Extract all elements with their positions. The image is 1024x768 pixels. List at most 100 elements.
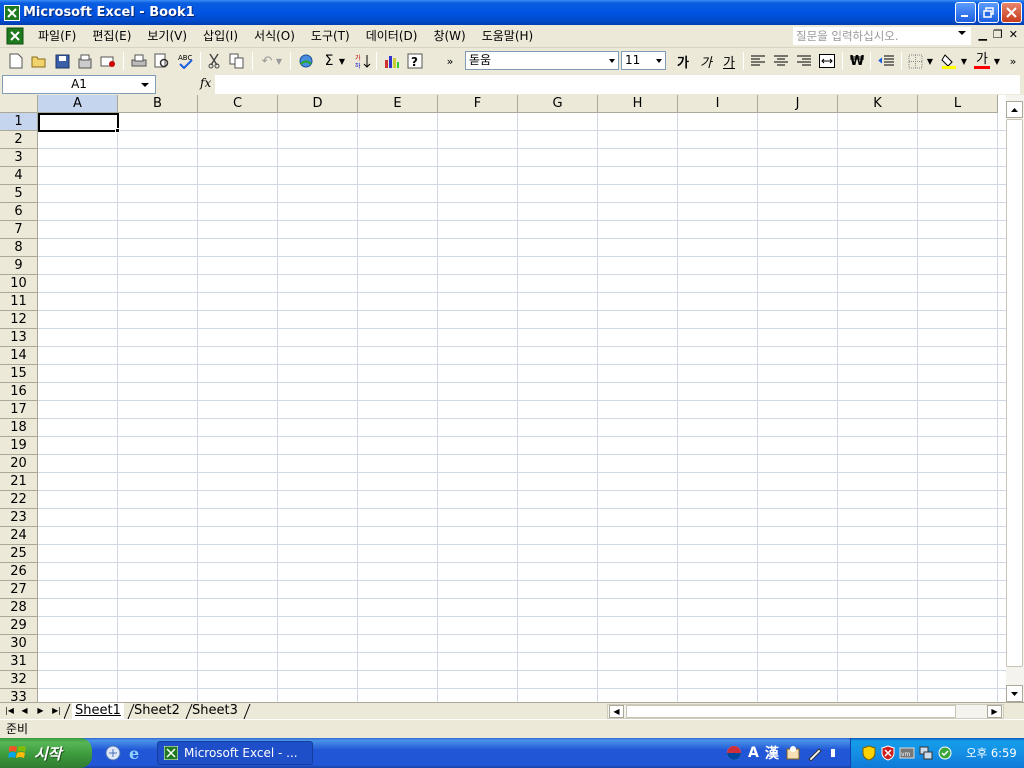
network-icon[interactable] bbox=[918, 745, 934, 761]
vertical-scrollbar[interactable] bbox=[1006, 95, 1024, 702]
hyperlink-icon[interactable] bbox=[296, 51, 316, 71]
spelling-icon[interactable]: ABC bbox=[175, 51, 195, 71]
vertical-scroll-thumb[interactable] bbox=[1006, 119, 1023, 667]
name-box-dropdown-icon[interactable] bbox=[141, 83, 149, 87]
korean-flag-icon[interactable] bbox=[726, 745, 742, 761]
row-header-5[interactable]: 5 bbox=[0, 185, 38, 203]
row-header-21[interactable]: 21 bbox=[0, 473, 38, 491]
toolbar-options-icon-2[interactable]: » bbox=[1006, 51, 1020, 71]
scroll-down-button[interactable] bbox=[1006, 685, 1023, 702]
italic-button[interactable]: 가 bbox=[696, 51, 716, 71]
select-all-corner[interactable] bbox=[0, 95, 38, 113]
first-sheet-icon[interactable]: |◀ bbox=[3, 704, 16, 718]
scroll-left-button[interactable]: ◀ bbox=[609, 705, 624, 718]
column-header-k[interactable]: K bbox=[838, 95, 918, 113]
toolbar-options-icon[interactable]: » bbox=[440, 51, 460, 71]
autosum-dropdown-icon[interactable]: ▼ bbox=[337, 51, 347, 71]
row-header-31[interactable]: 31 bbox=[0, 653, 38, 671]
help-icon[interactable]: ? bbox=[405, 51, 425, 71]
row-header-20[interactable]: 20 bbox=[0, 455, 38, 473]
row-header-15[interactable]: 15 bbox=[0, 365, 38, 383]
worksheet-grid[interactable]: ABCDEFGHIJKL 1 2 3 4 5 6 7 8 9 10 11 12 13 14 15 16 17 18… bbox=[0, 95, 1006, 702]
antivirus-icon[interactable] bbox=[880, 745, 896, 761]
scroll-right-button[interactable]: ▶ bbox=[987, 705, 1002, 718]
row-header-24[interactable]: 24 bbox=[0, 527, 38, 545]
formula-input[interactable] bbox=[215, 75, 1020, 94]
row-header-12[interactable]: 12 bbox=[0, 311, 38, 329]
email-icon[interactable] bbox=[98, 51, 118, 71]
chart-wizard-icon[interactable] bbox=[382, 51, 402, 71]
menu-file[interactable]: 파일(F) bbox=[30, 26, 84, 46]
ime-hanja-label[interactable]: 漢 bbox=[765, 743, 779, 763]
row-header-25[interactable]: 25 bbox=[0, 545, 38, 563]
menu-format[interactable]: 서식(O) bbox=[246, 26, 303, 46]
clock[interactable]: 오후 6:59 bbox=[966, 745, 1017, 761]
font-color-dropdown-icon[interactable]: ▼ bbox=[992, 51, 1002, 71]
horizontal-scrollbar[interactable]: ◀ ▶ bbox=[607, 704, 1004, 719]
start-button[interactable]: 시작 bbox=[0, 738, 92, 768]
column-header-i[interactable]: I bbox=[678, 95, 758, 113]
row-header-27[interactable]: 27 bbox=[0, 581, 38, 599]
cut-icon[interactable] bbox=[204, 51, 224, 71]
sort-ascending-icon[interactable]: 가하 bbox=[353, 51, 373, 71]
merge-center-icon[interactable] bbox=[817, 51, 837, 71]
row-header-30[interactable]: 30 bbox=[0, 635, 38, 653]
currency-style-button[interactable]: ₩ bbox=[847, 51, 867, 71]
column-header-a[interactable]: A bbox=[38, 95, 118, 113]
new-icon[interactable] bbox=[6, 51, 26, 71]
prev-sheet-icon[interactable]: ◀ bbox=[18, 704, 31, 718]
fill-color-icon[interactable] bbox=[939, 51, 959, 71]
menu-data[interactable]: 데이터(D) bbox=[358, 26, 426, 46]
align-left-icon[interactable] bbox=[748, 51, 768, 71]
minimize-button[interactable] bbox=[955, 2, 976, 23]
menu-window[interactable]: 창(W) bbox=[425, 26, 473, 46]
fill-color-dropdown-icon[interactable]: ▼ bbox=[959, 51, 969, 71]
update-icon[interactable] bbox=[937, 745, 953, 761]
ime-options-icon[interactable] bbox=[829, 745, 837, 761]
menu-tools[interactable]: 도구(T) bbox=[303, 26, 358, 46]
row-header-14[interactable]: 14 bbox=[0, 347, 38, 365]
doc-close-icon[interactable]: ✕ bbox=[1009, 28, 1018, 41]
column-header-g[interactable]: G bbox=[518, 95, 598, 113]
restore-button[interactable] bbox=[978, 2, 999, 23]
align-right-icon[interactable] bbox=[794, 51, 814, 71]
menu-edit[interactable]: 편집(E) bbox=[84, 26, 139, 46]
row-header-11[interactable]: 11 bbox=[0, 293, 38, 311]
menu-view[interactable]: 보기(V) bbox=[139, 26, 195, 46]
doc-restore-icon[interactable]: ❐ bbox=[993, 28, 1003, 41]
ime-tools-icon[interactable] bbox=[785, 745, 801, 761]
row-header-32[interactable]: 32 bbox=[0, 671, 38, 689]
row-header-33[interactable]: 33 bbox=[0, 689, 38, 702]
row-header-22[interactable]: 22 bbox=[0, 491, 38, 509]
row-header-4[interactable]: 4 bbox=[0, 167, 38, 185]
autosum-icon[interactable]: Σ bbox=[319, 51, 339, 71]
help-dropdown-icon[interactable] bbox=[958, 31, 966, 35]
row-header-16[interactable]: 16 bbox=[0, 383, 38, 401]
print-preview-icon[interactable] bbox=[152, 51, 172, 71]
quicklaunch-explorer-icon[interactable] bbox=[104, 744, 122, 762]
active-cell[interactable] bbox=[38, 113, 119, 132]
row-header-7[interactable]: 7 bbox=[0, 221, 38, 239]
row-header-3[interactable]: 3 bbox=[0, 149, 38, 167]
undo-dropdown-icon[interactable]: ▼ bbox=[274, 51, 284, 71]
help-question-input[interactable]: 질문을 입력하십시오. bbox=[793, 27, 971, 45]
row-header-8[interactable]: 8 bbox=[0, 239, 38, 257]
row-header-1[interactable]: 1 bbox=[0, 113, 38, 131]
copy-icon[interactable] bbox=[227, 51, 247, 71]
borders-dropdown-icon[interactable]: ▼ bbox=[925, 51, 935, 71]
row-header-29[interactable]: 29 bbox=[0, 617, 38, 635]
column-header-h[interactable]: H bbox=[598, 95, 678, 113]
row-header-28[interactable]: 28 bbox=[0, 599, 38, 617]
last-sheet-icon[interactable]: ▶| bbox=[50, 704, 63, 718]
row-header-9[interactable]: 9 bbox=[0, 257, 38, 275]
save-icon[interactable] bbox=[52, 51, 72, 71]
bold-button[interactable]: 가 bbox=[673, 51, 693, 71]
font-size-dropdown-icon[interactable] bbox=[656, 59, 662, 63]
column-header-b[interactable]: B bbox=[118, 95, 198, 113]
security-shield-icon[interactable] bbox=[861, 745, 877, 761]
row-header-18[interactable]: 18 bbox=[0, 419, 38, 437]
align-center-icon[interactable] bbox=[771, 51, 791, 71]
row-header-23[interactable]: 23 bbox=[0, 509, 38, 527]
column-header-e[interactable]: E bbox=[358, 95, 438, 113]
row-header-19[interactable]: 19 bbox=[0, 437, 38, 455]
